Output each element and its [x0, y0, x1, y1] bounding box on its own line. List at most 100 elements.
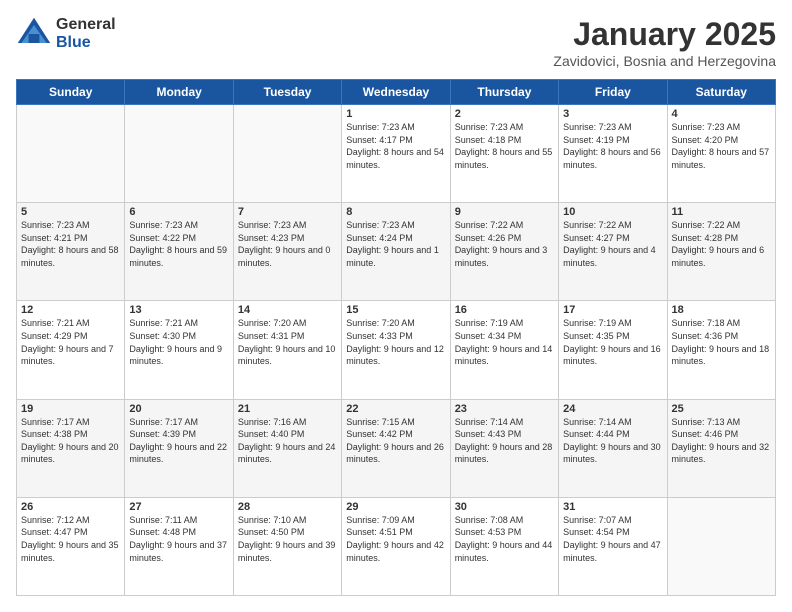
- day-info: Sunrise: 7:19 AM Sunset: 4:35 PM Dayligh…: [563, 317, 662, 367]
- weekday-thursday: Thursday: [450, 80, 558, 105]
- calendar-cell-w4-d4: 22Sunrise: 7:15 AM Sunset: 4:42 PM Dayli…: [342, 399, 450, 497]
- day-info: Sunrise: 7:14 AM Sunset: 4:44 PM Dayligh…: [563, 416, 662, 466]
- day-info: Sunrise: 7:23 AM Sunset: 4:20 PM Dayligh…: [672, 121, 771, 171]
- day-number: 25: [672, 403, 771, 415]
- calendar-cell-w2-d7: 11Sunrise: 7:22 AM Sunset: 4:28 PM Dayli…: [667, 203, 775, 301]
- day-number: 1: [346, 108, 445, 120]
- calendar-header-row: Sunday Monday Tuesday Wednesday Thursday…: [17, 80, 776, 105]
- day-info: Sunrise: 7:16 AM Sunset: 4:40 PM Dayligh…: [238, 416, 337, 466]
- calendar-cell-w1-d4: 1Sunrise: 7:23 AM Sunset: 4:17 PM Daylig…: [342, 105, 450, 203]
- day-number: 7: [238, 206, 337, 218]
- calendar-cell-w5-d5: 30Sunrise: 7:08 AM Sunset: 4:53 PM Dayli…: [450, 497, 558, 595]
- calendar-cell-w5-d3: 28Sunrise: 7:10 AM Sunset: 4:50 PM Dayli…: [233, 497, 341, 595]
- logo: General Blue: [16, 16, 116, 52]
- calendar-cell-w1-d2: [125, 105, 233, 203]
- day-number: 31: [563, 501, 662, 513]
- day-number: 23: [455, 403, 554, 415]
- day-number: 9: [455, 206, 554, 218]
- day-info: Sunrise: 7:22 AM Sunset: 4:28 PM Dayligh…: [672, 219, 771, 269]
- day-info: Sunrise: 7:23 AM Sunset: 4:17 PM Dayligh…: [346, 121, 445, 171]
- calendar-week-3: 12Sunrise: 7:21 AM Sunset: 4:29 PM Dayli…: [17, 301, 776, 399]
- page: General Blue January 2025 Zavidovici, Bo…: [0, 0, 792, 612]
- day-number: 28: [238, 501, 337, 513]
- calendar-cell-w1-d1: [17, 105, 125, 203]
- calendar-cell-w2-d1: 5Sunrise: 7:23 AM Sunset: 4:21 PM Daylig…: [17, 203, 125, 301]
- calendar-week-4: 19Sunrise: 7:17 AM Sunset: 4:38 PM Dayli…: [17, 399, 776, 497]
- day-info: Sunrise: 7:09 AM Sunset: 4:51 PM Dayligh…: [346, 514, 445, 564]
- day-info: Sunrise: 7:23 AM Sunset: 4:21 PM Dayligh…: [21, 219, 120, 269]
- calendar-cell-w5-d4: 29Sunrise: 7:09 AM Sunset: 4:51 PM Dayli…: [342, 497, 450, 595]
- calendar-cell-w1-d6: 3Sunrise: 7:23 AM Sunset: 4:19 PM Daylig…: [559, 105, 667, 203]
- logo-general-text: General: [56, 16, 116, 34]
- day-number: 4: [672, 108, 771, 120]
- day-number: 18: [672, 304, 771, 316]
- calendar-cell-w3-d3: 14Sunrise: 7:20 AM Sunset: 4:31 PM Dayli…: [233, 301, 341, 399]
- calendar-cell-w2-d5: 9Sunrise: 7:22 AM Sunset: 4:26 PM Daylig…: [450, 203, 558, 301]
- day-number: 12: [21, 304, 120, 316]
- day-number: 20: [129, 403, 228, 415]
- calendar-cell-w4-d5: 23Sunrise: 7:14 AM Sunset: 4:43 PM Dayli…: [450, 399, 558, 497]
- day-info: Sunrise: 7:12 AM Sunset: 4:47 PM Dayligh…: [21, 514, 120, 564]
- calendar-cell-w1-d5: 2Sunrise: 7:23 AM Sunset: 4:18 PM Daylig…: [450, 105, 558, 203]
- calendar-table: Sunday Monday Tuesday Wednesday Thursday…: [16, 79, 776, 596]
- day-info: Sunrise: 7:08 AM Sunset: 4:53 PM Dayligh…: [455, 514, 554, 564]
- day-number: 14: [238, 304, 337, 316]
- day-number: 2: [455, 108, 554, 120]
- day-number: 13: [129, 304, 228, 316]
- weekday-sunday: Sunday: [17, 80, 125, 105]
- calendar-cell-w5-d2: 27Sunrise: 7:11 AM Sunset: 4:48 PM Dayli…: [125, 497, 233, 595]
- weekday-wednesday: Wednesday: [342, 80, 450, 105]
- calendar-cell-w1-d3: [233, 105, 341, 203]
- calendar-cell-w4-d3: 21Sunrise: 7:16 AM Sunset: 4:40 PM Dayli…: [233, 399, 341, 497]
- calendar-cell-w3-d6: 17Sunrise: 7:19 AM Sunset: 4:35 PM Dayli…: [559, 301, 667, 399]
- day-number: 15: [346, 304, 445, 316]
- day-info: Sunrise: 7:23 AM Sunset: 4:22 PM Dayligh…: [129, 219, 228, 269]
- day-info: Sunrise: 7:21 AM Sunset: 4:29 PM Dayligh…: [21, 317, 120, 367]
- day-number: 11: [672, 206, 771, 218]
- logo-icon: [16, 16, 52, 52]
- day-number: 26: [21, 501, 120, 513]
- calendar-cell-w1-d7: 4Sunrise: 7:23 AM Sunset: 4:20 PM Daylig…: [667, 105, 775, 203]
- calendar-cell-w2-d3: 7Sunrise: 7:23 AM Sunset: 4:23 PM Daylig…: [233, 203, 341, 301]
- day-number: 17: [563, 304, 662, 316]
- day-number: 6: [129, 206, 228, 218]
- day-info: Sunrise: 7:14 AM Sunset: 4:43 PM Dayligh…: [455, 416, 554, 466]
- day-info: Sunrise: 7:15 AM Sunset: 4:42 PM Dayligh…: [346, 416, 445, 466]
- logo-blue-text: Blue: [56, 34, 116, 52]
- day-info: Sunrise: 7:23 AM Sunset: 4:18 PM Dayligh…: [455, 121, 554, 171]
- weekday-friday: Friday: [559, 80, 667, 105]
- header: General Blue January 2025 Zavidovici, Bo…: [16, 16, 776, 69]
- day-info: Sunrise: 7:23 AM Sunset: 4:24 PM Dayligh…: [346, 219, 445, 269]
- day-info: Sunrise: 7:19 AM Sunset: 4:34 PM Dayligh…: [455, 317, 554, 367]
- calendar-cell-w4-d2: 20Sunrise: 7:17 AM Sunset: 4:39 PM Dayli…: [125, 399, 233, 497]
- calendar-cell-w2-d4: 8Sunrise: 7:23 AM Sunset: 4:24 PM Daylig…: [342, 203, 450, 301]
- calendar-cell-w3-d7: 18Sunrise: 7:18 AM Sunset: 4:36 PM Dayli…: [667, 301, 775, 399]
- day-number: 3: [563, 108, 662, 120]
- title-month: January 2025: [553, 16, 776, 53]
- day-number: 27: [129, 501, 228, 513]
- logo-text: General Blue: [56, 16, 116, 51]
- day-number: 8: [346, 206, 445, 218]
- day-info: Sunrise: 7:20 AM Sunset: 4:33 PM Dayligh…: [346, 317, 445, 367]
- calendar-cell-w5-d1: 26Sunrise: 7:12 AM Sunset: 4:47 PM Dayli…: [17, 497, 125, 595]
- calendar-week-2: 5Sunrise: 7:23 AM Sunset: 4:21 PM Daylig…: [17, 203, 776, 301]
- day-number: 5: [21, 206, 120, 218]
- title-location: Zavidovici, Bosnia and Herzegovina: [553, 53, 776, 69]
- calendar-cell-w2-d2: 6Sunrise: 7:23 AM Sunset: 4:22 PM Daylig…: [125, 203, 233, 301]
- calendar-week-1: 1Sunrise: 7:23 AM Sunset: 4:17 PM Daylig…: [17, 105, 776, 203]
- calendar-cell-w4-d6: 24Sunrise: 7:14 AM Sunset: 4:44 PM Dayli…: [559, 399, 667, 497]
- day-info: Sunrise: 7:07 AM Sunset: 4:54 PM Dayligh…: [563, 514, 662, 564]
- weekday-tuesday: Tuesday: [233, 80, 341, 105]
- day-info: Sunrise: 7:22 AM Sunset: 4:27 PM Dayligh…: [563, 219, 662, 269]
- calendar-cell-w2-d6: 10Sunrise: 7:22 AM Sunset: 4:27 PM Dayli…: [559, 203, 667, 301]
- calendar-cell-w3-d1: 12Sunrise: 7:21 AM Sunset: 4:29 PM Dayli…: [17, 301, 125, 399]
- title-block: January 2025 Zavidovici, Bosnia and Herz…: [553, 16, 776, 69]
- day-info: Sunrise: 7:21 AM Sunset: 4:30 PM Dayligh…: [129, 317, 228, 367]
- day-info: Sunrise: 7:13 AM Sunset: 4:46 PM Dayligh…: [672, 416, 771, 466]
- calendar-cell-w5-d6: 31Sunrise: 7:07 AM Sunset: 4:54 PM Dayli…: [559, 497, 667, 595]
- day-number: 29: [346, 501, 445, 513]
- calendar-cell-w3-d4: 15Sunrise: 7:20 AM Sunset: 4:33 PM Dayli…: [342, 301, 450, 399]
- weekday-saturday: Saturday: [667, 80, 775, 105]
- day-number: 22: [346, 403, 445, 415]
- calendar-cell-w3-d5: 16Sunrise: 7:19 AM Sunset: 4:34 PM Dayli…: [450, 301, 558, 399]
